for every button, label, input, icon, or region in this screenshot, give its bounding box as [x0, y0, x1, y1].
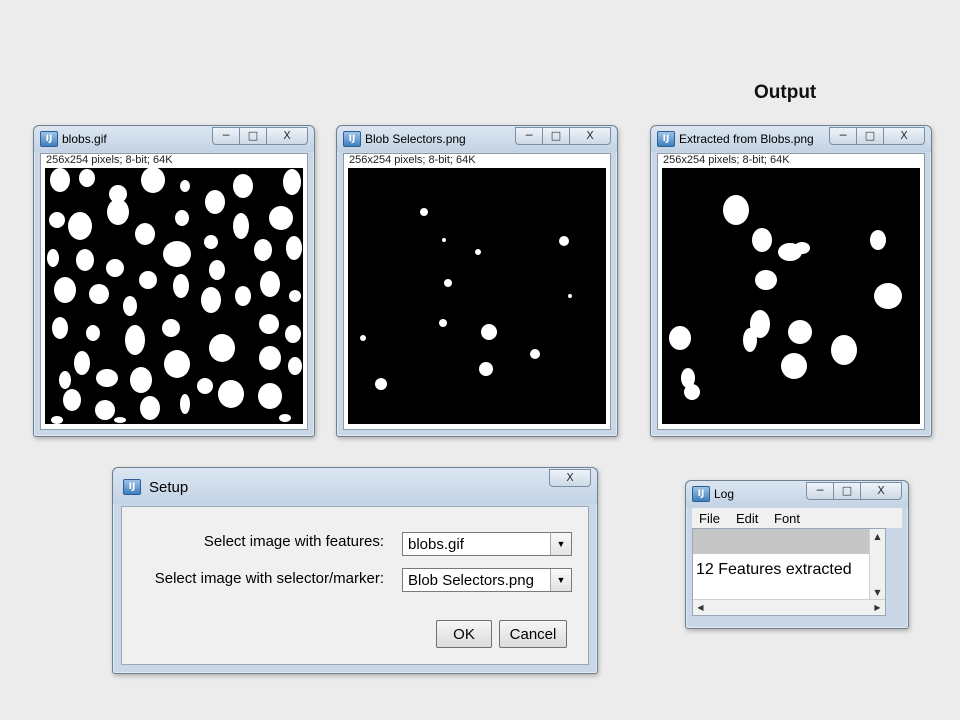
minimize-button[interactable]: ─ — [806, 482, 834, 500]
close-button[interactable]: X — [569, 127, 611, 145]
titlebar[interactable]: IJ Setup X — [113, 468, 597, 504]
titlebar[interactable]: IJ Log ─ □ X — [686, 481, 908, 507]
extracted-image[interactable] — [662, 168, 920, 424]
window-title: Log — [714, 487, 735, 501]
log-text-area[interactable]: 12 Features extracted ▲ ▼ ◀ ▶ — [692, 528, 886, 616]
window-title: Extracted from Blobs.png — [679, 132, 814, 146]
features-select[interactable]: blobs.gif ▼ — [402, 532, 572, 556]
log-header-band — [693, 529, 869, 554]
chevron-down-icon[interactable]: ▼ — [550, 569, 571, 591]
log-window[interactable]: IJ Log ─ □ X File Edit Font 12 Features … — [685, 480, 909, 629]
menu-font[interactable]: Font — [774, 511, 800, 526]
titlebar[interactable]: IJ Blob Selectors.png ─ □ X — [337, 126, 617, 152]
maximize-button[interactable]: □ — [856, 127, 884, 145]
close-button[interactable]: X — [266, 127, 308, 145]
imagej-icon: IJ — [343, 131, 361, 147]
image-canvas-panel: 256x254 pixels; 8-bit; 64K — [40, 153, 308, 430]
selector-select[interactable]: Blob Selectors.png ▼ — [402, 568, 572, 592]
titlebar[interactable]: IJ blobs.gif ─ □ X — [34, 126, 314, 152]
log-line: 12 Features extracted — [696, 561, 852, 578]
scroll-down-icon[interactable]: ▼ — [870, 585, 885, 600]
selectors-image[interactable] — [348, 168, 606, 424]
window-title: blobs.gif — [62, 132, 107, 146]
vertical-scrollbar[interactable]: ▲ ▼ — [869, 529, 885, 600]
close-button[interactable]: X — [549, 469, 591, 487]
window-title: Blob Selectors.png — [365, 132, 466, 146]
menu-file[interactable]: File — [699, 511, 720, 526]
ok-button[interactable]: OK — [436, 620, 492, 648]
maximize-button[interactable]: □ — [833, 482, 861, 500]
horizontal-scrollbar[interactable]: ◀ ▶ — [693, 599, 885, 615]
imagej-icon: IJ — [123, 479, 141, 495]
selector-label: Select image with selector/marker: — [154, 570, 384, 587]
blob-selectors-window[interactable]: IJ Blob Selectors.png ─ □ X 256x254 pixe… — [336, 125, 618, 437]
imagej-icon: IJ — [692, 486, 710, 502]
close-button[interactable]: X — [860, 482, 902, 500]
blobs-image[interactable] — [45, 168, 303, 424]
dialog-title: Setup — [149, 479, 189, 496]
features-select-value: blobs.gif — [408, 536, 464, 553]
image-info: 256x254 pixels; 8-bit; 64K — [349, 154, 476, 166]
image-canvas-panel: 256x254 pixels; 8-bit; 64K — [657, 153, 925, 430]
setup-form: Select image with features: blobs.gif ▼ … — [121, 506, 589, 665]
setup-dialog[interactable]: IJ Setup X Select image with features: b… — [112, 467, 598, 674]
features-label: Select image with features: — [203, 533, 384, 550]
scroll-right-icon[interactable]: ▶ — [870, 600, 885, 615]
extracted-window[interactable]: IJ Extracted from Blobs.png ─ □ X 256x25… — [650, 125, 932, 437]
cancel-button[interactable]: Cancel — [499, 620, 567, 648]
minimize-button[interactable]: ─ — [829, 127, 857, 145]
output-label: Output — [754, 82, 817, 103]
scroll-up-icon[interactable]: ▲ — [870, 529, 885, 544]
menu-bar: File Edit Font — [692, 508, 902, 528]
maximize-button[interactable]: □ — [542, 127, 570, 145]
minimize-button[interactable]: ─ — [515, 127, 543, 145]
imagej-icon: IJ — [40, 131, 58, 147]
close-button[interactable]: X — [883, 127, 925, 145]
chevron-down-icon[interactable]: ▼ — [550, 533, 571, 555]
titlebar[interactable]: IJ Extracted from Blobs.png ─ □ X — [651, 126, 931, 152]
scroll-left-icon[interactable]: ◀ — [693, 600, 708, 615]
selector-select-value: Blob Selectors.png — [408, 572, 534, 589]
image-info: 256x254 pixels; 8-bit; 64K — [663, 154, 790, 166]
maximize-button[interactable]: □ — [239, 127, 267, 145]
image-info: 256x254 pixels; 8-bit; 64K — [46, 154, 173, 166]
imagej-icon: IJ — [657, 131, 675, 147]
minimize-button[interactable]: ─ — [212, 127, 240, 145]
menu-edit[interactable]: Edit — [736, 511, 758, 526]
image-canvas-panel: 256x254 pixels; 8-bit; 64K — [343, 153, 611, 430]
blobs-image-window[interactable]: IJ blobs.gif ─ □ X 256x254 pixels; 8-bit… — [33, 125, 315, 437]
